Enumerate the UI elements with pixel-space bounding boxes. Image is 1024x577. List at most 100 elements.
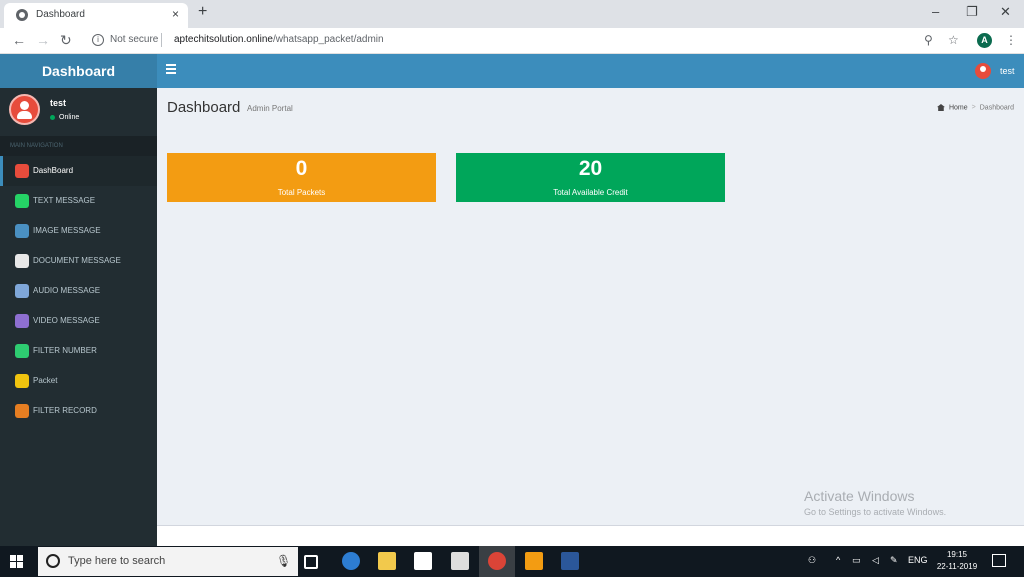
notification-center-icon[interactable]: [992, 554, 1006, 567]
sidebar-item-packet[interactable]: Packet: [0, 366, 157, 396]
not-secure-label: Not secure: [110, 34, 159, 45]
tab-title: Dashboard: [36, 9, 85, 20]
user-avatar-icon: [975, 63, 991, 79]
more-options-icon[interactable]: ⋮: [1005, 33, 1017, 47]
sidebar-item-label: DOCUMENT MESSAGE: [33, 256, 121, 265]
taskbar-clock[interactable]: 19:15 22-11-2019: [932, 549, 982, 573]
microphone-icon[interactable]: 🎙: [276, 554, 291, 568]
video-icon: [15, 314, 29, 328]
watermark-subtitle: Go to Settings to activate Windows.: [804, 507, 947, 517]
audio-icon: [15, 284, 29, 298]
url-path: /whatsapp_packet/admin: [272, 34, 384, 45]
word-icon[interactable]: [561, 552, 579, 570]
windows-start-icon[interactable]: [10, 555, 24, 569]
document-icon: [15, 254, 29, 268]
sidebar-item-label: TEXT MESSAGE: [33, 196, 96, 205]
show-hidden-icons-chevron-icon[interactable]: ^: [836, 555, 840, 565]
image-icon: [15, 224, 29, 238]
taskbar-search-placeholder: Type here to search: [68, 555, 166, 567]
app-header: Dashboard test: [0, 54, 1024, 88]
url-host: aptechitsolution.online: [174, 34, 273, 45]
back-arrow-icon[interactable]: ←: [12, 32, 26, 48]
sidebar-item-label: VIDEO MESSAGE: [33, 316, 100, 325]
watermark-title: Activate Windows: [804, 488, 915, 504]
sidebar-item-label: FILTER NUMBER: [33, 346, 97, 355]
network-icon[interactable]: ▭: [852, 555, 861, 566]
edge-icon[interactable]: [342, 552, 360, 570]
sidebar-item-dashboard[interactable]: DashBoard: [0, 156, 157, 186]
star-icon[interactable]: ☆: [948, 33, 959, 47]
volume-icon[interactable]: ◁: [872, 555, 879, 566]
profile-avatar[interactable]: A: [977, 33, 992, 48]
nav-header: MAIN NAVIGATION: [0, 136, 157, 156]
home-icon: [15, 164, 29, 178]
user-panel: test Online: [0, 88, 157, 132]
clock-time: 19:15: [946, 550, 968, 559]
sidebar-item-image-message[interactable]: IMAGE MESSAGE: [0, 216, 157, 246]
windows-taskbar: Type here to search 🎙 ⚇ ^ ▭ ◁ ✎ ENG 19:1…: [0, 546, 1024, 577]
clock-date: 22-11-2019: [936, 562, 978, 571]
whatsapp-icon: [15, 194, 29, 208]
sidebar-item-label: DashBoard: [33, 166, 74, 175]
sidebar-item-audio-message[interactable]: AUDIO MESSAGE: [0, 276, 157, 306]
forward-arrow-icon[interactable]: →: [36, 32, 50, 48]
app-logo[interactable]: Dashboard: [0, 54, 157, 88]
sidebar-item-document-message[interactable]: DOCUMENT MESSAGE: [0, 246, 157, 276]
cortana-icon: [46, 554, 60, 568]
user-status-text: Online: [59, 114, 80, 121]
taskbar-search-input[interactable]: Type here to search 🎙: [38, 547, 298, 576]
task-view-icon[interactable]: [304, 555, 318, 569]
record-icon: [15, 404, 29, 418]
breadcrumb-separator: >: [971, 104, 976, 112]
tab-close-button[interactable]: ×: [172, 7, 179, 21]
minimize-button[interactable]: –: [932, 4, 939, 19]
sidebar-item-filter-record[interactable]: FILTER RECORD: [0, 396, 157, 426]
page-subtitle: Admin Portal: [247, 104, 293, 113]
breadcrumb-current: Dashboard: [979, 104, 1014, 112]
url-text: aptechitsolution.online/whatsapp_packet/…: [174, 34, 384, 45]
breadcrumb: Home > Dashboard: [936, 104, 1014, 112]
browser-tab-dashboard[interactable]: Dashboard ×: [4, 3, 188, 28]
total-credit-box[interactable]: 20 Total Available Credit: [456, 153, 725, 202]
sidebar-item-text-message[interactable]: TEXT MESSAGE: [0, 186, 157, 216]
restore-button[interactable]: ❐: [966, 4, 978, 20]
total-credit-value: 20: [578, 157, 603, 180]
sidebar: test Online MAIN NAVIGATION DashBoard TE…: [0, 88, 157, 546]
home-icon: [936, 104, 945, 111]
language-indicator[interactable]: ENG: [908, 555, 928, 565]
hamburger-menu-icon[interactable]: [166, 64, 176, 74]
total-packets-box[interactable]: 0 Total Packets: [167, 153, 436, 202]
sidebar-user-name: test: [50, 98, 67, 108]
packet-icon: [15, 374, 29, 388]
user-status: Online: [50, 114, 79, 121]
mail-icon[interactable]: [451, 552, 469, 570]
info-icon[interactable]: i: [92, 34, 104, 46]
people-icon[interactable]: ⚇: [808, 555, 816, 566]
zoom-icon[interactable]: ⚲: [924, 33, 933, 47]
browser-tab-strip: Dashboard × + – ❐ ✕: [0, 0, 1024, 28]
total-packets-label: Total Packets: [277, 188, 326, 197]
sidebar-menu: DashBoard TEXT MESSAGE IMAGE MESSAGE DOC…: [0, 156, 157, 426]
close-window-button[interactable]: ✕: [1000, 4, 1011, 20]
sidebar-item-video-message[interactable]: VIDEO MESSAGE: [0, 306, 157, 336]
page-title: Dashboard: [167, 99, 241, 116]
pen-icon[interactable]: ✎: [890, 555, 898, 566]
reload-icon[interactable]: ↻: [60, 32, 72, 49]
url-separator: [161, 33, 162, 47]
sidebar-item-filter-number[interactable]: FILTER NUMBER: [0, 336, 157, 366]
total-credit-label: Total Available Credit: [553, 188, 628, 197]
sidebar-item-label: IMAGE MESSAGE: [33, 226, 101, 235]
online-dot-icon: [50, 114, 55, 120]
app-icon[interactable]: [525, 552, 543, 570]
breadcrumb-home-link[interactable]: Home: [949, 104, 968, 111]
new-tab-button[interactable]: +: [198, 3, 207, 21]
sidebar-item-label: AUDIO MESSAGE: [33, 286, 101, 295]
store-icon[interactable]: [414, 552, 432, 570]
sidebar-item-label: FILTER RECORD: [33, 406, 97, 415]
chrome-icon[interactable]: [488, 552, 506, 570]
page-footer: [157, 525, 1024, 546]
sidebar-item-label: Packet: [33, 376, 58, 385]
globe-icon: [16, 9, 28, 21]
avatar: [9, 94, 40, 125]
file-explorer-icon[interactable]: [378, 552, 396, 570]
